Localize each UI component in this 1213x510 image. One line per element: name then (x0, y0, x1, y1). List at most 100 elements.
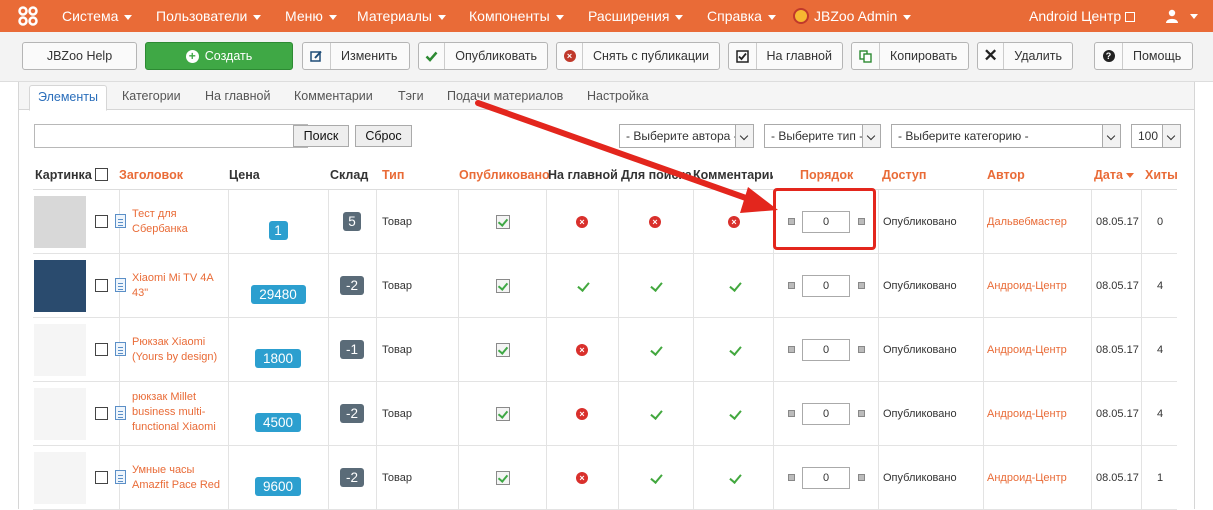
featured-cross-icon[interactable]: × (576, 408, 588, 420)
chevron-down-icon (735, 125, 753, 147)
item-title-link[interactable]: Рюкзак Xiaomi (Yours by design) (132, 335, 222, 365)
order-input[interactable]: 0 (802, 467, 850, 489)
menu-users[interactable]: Пользователи (156, 8, 262, 24)
item-access: Опубликовано (883, 280, 957, 292)
col-published[interactable]: Опубликовано (459, 168, 550, 182)
tab-comments[interactable]: Комментарии (294, 89, 373, 103)
edit-button[interactable]: Изменить (302, 42, 410, 70)
search-check-icon[interactable] (650, 472, 660, 484)
featured-cross-icon[interactable]: × (576, 216, 588, 228)
published-icon[interactable] (496, 343, 510, 357)
item-title-link[interactable]: Тест для Сбербанка (132, 207, 222, 237)
order-down-button[interactable] (788, 282, 795, 289)
featured-cross-icon[interactable]: × (576, 344, 588, 356)
document-icon (115, 214, 126, 228)
order-up-button[interactable] (858, 474, 865, 481)
published-icon[interactable] (496, 471, 510, 485)
col-hits[interactable]: Хиты (1145, 168, 1178, 182)
item-author-link[interactable]: Андроид-Центр (987, 280, 1067, 292)
copy-button[interactable]: Копировать (851, 42, 969, 70)
user-icon[interactable] (1165, 9, 1179, 23)
column-divider (458, 190, 459, 253)
col-type[interactable]: Тип (382, 168, 404, 182)
site-link[interactable]: Android Центр (1029, 8, 1136, 24)
menu-menus[interactable]: Меню (285, 8, 337, 24)
order-up-button[interactable] (858, 346, 865, 353)
item-title-link[interactable]: Xiaomi Mi TV 4A 43" (132, 271, 222, 301)
order-up-button[interactable] (858, 282, 865, 289)
item-author-link[interactable]: Андроид-Центр (987, 408, 1067, 420)
featured-button[interactable]: На главной (728, 42, 843, 70)
item-title-link[interactable]: рюкзак Millet business multi-functional … (132, 390, 222, 435)
type-select[interactable]: - Выберите тип - (764, 124, 881, 148)
publish-button[interactable]: Опубликовать (418, 42, 548, 70)
row-checkbox[interactable] (95, 343, 108, 356)
delete-button[interactable]: ✕ Удалить (977, 42, 1073, 70)
tab-config[interactable]: Настройка (587, 89, 649, 103)
order-up-button[interactable] (858, 410, 865, 417)
jbzoo-help-button[interactable]: JBZoo Help (22, 42, 137, 70)
tab-frontpage[interactable]: На главной (205, 89, 270, 103)
item-author-link[interactable]: Дальвебмастер (987, 216, 1067, 228)
unpublish-button[interactable]: × Снять с публикации (556, 42, 720, 70)
published-icon[interactable] (496, 407, 510, 421)
comments-check-icon[interactable] (729, 408, 739, 420)
row-checkbox[interactable] (95, 407, 108, 420)
column-divider (878, 254, 879, 317)
menu-help[interactable]: Справка (707, 8, 776, 24)
tab-submissions[interactable]: Подачи материалов (447, 89, 563, 103)
column-divider (618, 318, 619, 381)
author-select[interactable]: - Выберите автора - (619, 124, 754, 148)
search-cross-icon[interactable]: × (649, 216, 661, 228)
comments-check-icon[interactable] (729, 472, 739, 484)
published-icon[interactable] (496, 215, 510, 229)
row-checkbox[interactable] (95, 279, 108, 292)
search-check-icon[interactable] (650, 280, 660, 292)
menu-system[interactable]: Система (62, 8, 133, 24)
search-check-icon[interactable] (650, 344, 660, 356)
tab-items[interactable]: Элементы (29, 85, 107, 111)
search-input[interactable] (34, 124, 308, 148)
comments-check-icon[interactable] (729, 344, 739, 356)
order-down-button[interactable] (788, 474, 795, 481)
order-input[interactable]: 0 (802, 403, 850, 425)
item-author-link[interactable]: Андроид-Центр (987, 472, 1067, 484)
price-badge: 1800 (255, 349, 301, 368)
chevron-down-icon[interactable] (1190, 14, 1198, 19)
row-checkbox[interactable] (95, 471, 108, 484)
item-title-link[interactable]: Умные часы Amazfit Pace Red (132, 463, 222, 493)
order-down-button[interactable] (788, 346, 795, 353)
search-button[interactable]: Поиск (293, 125, 349, 147)
col-author[interactable]: Автор (987, 168, 1025, 182)
featured-check-icon[interactable] (577, 280, 587, 292)
menu-components[interactable]: Компоненты (469, 8, 564, 24)
col-access[interactable]: Доступ (882, 168, 926, 182)
item-author-link[interactable]: Андроид-Центр (987, 344, 1067, 356)
col-order[interactable]: Порядок (800, 168, 853, 182)
category-select[interactable]: - Выберите категорию - (891, 124, 1121, 148)
featured-cross-icon[interactable]: × (576, 472, 588, 484)
order-input[interactable]: 0 (802, 339, 850, 361)
tab-categories[interactable]: Категории (122, 89, 181, 103)
menu-content[interactable]: Материалы (357, 8, 446, 24)
column-divider (878, 190, 879, 253)
menu-jbzoo-admin[interactable]: JBZoo Admin (814, 8, 912, 24)
menu-extensions[interactable]: Расширения (588, 8, 684, 24)
create-button[interactable]: + Создать (145, 42, 293, 70)
limit-select[interactable]: 100 (1131, 124, 1181, 148)
reset-button[interactable]: Сброс (355, 125, 412, 147)
help-button[interactable]: ? Помощь (1094, 42, 1193, 70)
joomla-logo-icon[interactable] (18, 6, 38, 26)
search-check-icon[interactable] (650, 408, 660, 420)
column-divider (773, 446, 774, 509)
comments-check-icon[interactable] (729, 280, 739, 292)
published-icon[interactable] (496, 279, 510, 293)
tab-tags[interactable]: Тэги (398, 89, 424, 103)
comments-cross-icon[interactable]: × (728, 216, 740, 228)
select-all-checkbox[interactable] (95, 168, 108, 181)
order-down-button[interactable] (788, 410, 795, 417)
row-checkbox[interactable] (95, 215, 108, 228)
order-input[interactable]: 0 (802, 275, 850, 297)
col-date[interactable]: Дата (1094, 168, 1134, 182)
col-title[interactable]: Заголовок (119, 168, 183, 182)
